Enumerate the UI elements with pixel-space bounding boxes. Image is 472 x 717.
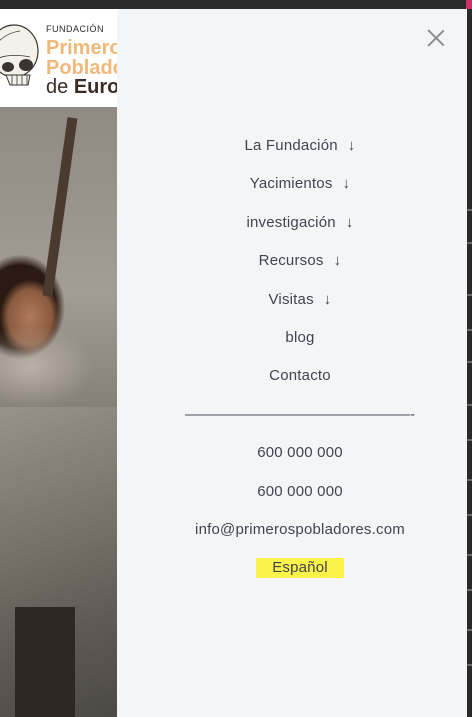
arrow-down-icon[interactable]: ↓	[346, 213, 354, 233]
menu-item-investigacion[interactable]: investigación ↓	[117, 213, 472, 251]
menu-item-blog[interactable]: blog	[117, 328, 472, 366]
language-selector[interactable]: Español	[117, 558, 472, 596]
edge-mark	[467, 589, 472, 591]
logo-small-text: FUNDACIÓN	[46, 24, 104, 34]
page-edge	[467, 9, 472, 717]
top-accent	[466, 0, 472, 9]
email-link[interactable]: info@primerospobladores.com	[117, 520, 472, 558]
logo-line-3-light: de	[46, 76, 74, 98]
site-logo[interactable]: FUNDACIÓN Primeros Pobladores de Europa	[0, 9, 117, 107]
arrow-down-icon[interactable]: ↓	[324, 290, 332, 310]
menu-item-label: blog	[285, 328, 315, 346]
menu-item-label: Yacimientos	[249, 175, 333, 193]
main-menu: La Fundación ↓ Yacimientos ↓ investigación…	[117, 136, 472, 597]
menu-item-visitas[interactable]: Visitas ↓	[117, 290, 472, 328]
arrow-down-icon[interactable]: ↓	[334, 251, 342, 271]
phone-link-2[interactable]: 600 000 000	[117, 482, 472, 520]
language-label: Español	[256, 558, 344, 579]
phone-link-1[interactable]: 600 000 000	[117, 443, 472, 481]
edge-mark	[467, 404, 472, 406]
menu-separator: ———————————————-	[185, 405, 415, 423]
menu-item-fundacion[interactable]: La Fundación ↓	[117, 136, 472, 174]
edge-mark	[467, 479, 472, 481]
menu-item-yacimientos[interactable]: Yacimientos ↓	[117, 174, 472, 212]
menu-item-label: Visitas	[268, 290, 314, 308]
hero-legs	[15, 607, 75, 717]
menu-item-label: Contacto	[269, 367, 331, 385]
logo-line-3-bold: Europa	[73, 76, 117, 98]
arrow-down-icon[interactable]: ↓	[343, 174, 351, 194]
menu-panel: La Fundación ↓ Yacimientos ↓ investigación…	[117, 9, 467, 717]
edge-mark	[467, 242, 472, 244]
edge-mark	[467, 664, 472, 666]
arrow-down-icon[interactable]: ↓	[348, 136, 356, 156]
hero-spear	[42, 117, 78, 297]
menu-item-contacto[interactable]: Contacto	[117, 366, 472, 404]
edge-mark	[467, 294, 472, 296]
logo-line-3: de Europa	[46, 76, 117, 99]
edge-mark	[467, 209, 472, 211]
top-bar	[0, 0, 472, 9]
edge-mark	[467, 329, 472, 331]
hero-image	[0, 107, 117, 717]
menu-item-label: Recursos	[258, 252, 324, 270]
menu-item-label: investigación	[246, 213, 336, 231]
edge-mark	[467, 514, 472, 516]
edge-mark	[467, 629, 472, 631]
menu-item-label: La Fundación	[244, 137, 338, 154]
skull-icon	[0, 24, 39, 86]
menu-item-recursos[interactable]: Recursos ↓	[117, 251, 472, 289]
close-icon[interactable]	[427, 29, 445, 47]
edge-mark	[467, 554, 472, 556]
edge-mark	[467, 439, 472, 441]
edge-mark	[467, 361, 472, 363]
